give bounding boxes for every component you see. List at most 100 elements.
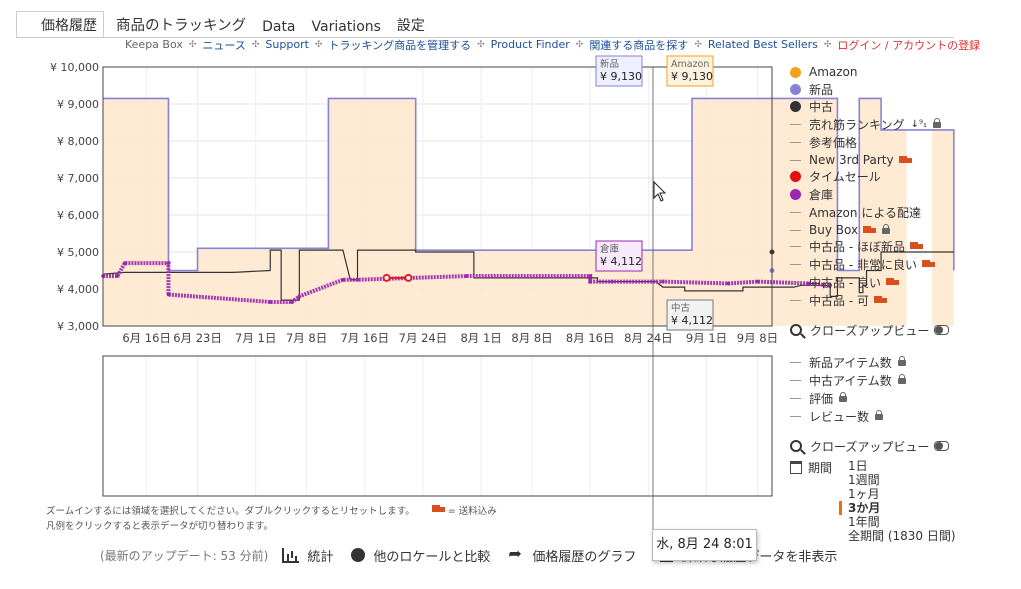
closeup-label: クローズアップビュー: [810, 439, 930, 454]
closeup-label: クローズアップビュー: [810, 323, 930, 338]
y-tick-label: ¥ 4,000: [57, 283, 99, 296]
callout-used-label: 中古: [671, 302, 691, 314]
lock-icon: [875, 410, 884, 420]
legend-item-amazon-delivery[interactable]: Amazon による配達: [790, 204, 921, 220]
legend-item-used-good[interactable]: 中古品 - 良い: [790, 274, 899, 290]
stats-button[interactable]: 統計: [282, 546, 333, 565]
tab-variations[interactable]: Variations: [304, 19, 389, 38]
x-tick-label: 8月 1日: [460, 331, 501, 345]
legend-dash-icon: [790, 229, 801, 231]
period-option-1m[interactable]: 1ヶ月: [848, 487, 956, 501]
lightning-deal-point: [404, 273, 413, 282]
legend-item-list-price[interactable]: 参考価格: [790, 134, 857, 150]
x-tick-label: 8月 8日: [511, 331, 552, 345]
x-tick-label: 9月 1日: [686, 331, 727, 345]
callout-amazon: Amazon ¥ 9,130: [666, 55, 714, 87]
legend-item-used[interactable]: 中古: [790, 98, 833, 114]
link-related-best-sellers[interactable]: Related Best Sellers: [708, 38, 818, 51]
legend-dot-icon: [790, 83, 801, 95]
link-news[interactable]: ニュース: [202, 37, 245, 53]
legend-item-new-count[interactable]: 新品アイテム数: [790, 354, 906, 370]
legend-label: 売れ筋ランキング: [809, 117, 905, 132]
legend-dash-icon: [790, 361, 801, 363]
link-login-register[interactable]: ログイン / アカウントの登録: [837, 37, 980, 53]
legend-item-review-count[interactable]: レビュー数: [790, 408, 884, 424]
truck-icon: [885, 277, 899, 287]
y-tick-label: ¥ 9,000: [57, 98, 99, 111]
legend-item-used-acceptable[interactable]: 中古品 - 可: [790, 292, 887, 308]
legend-item-warehouse[interactable]: 倉庫: [790, 186, 833, 202]
truck-icon: [431, 505, 445, 514]
legend-item-lightning-deal[interactable]: タイムセール: [790, 168, 881, 184]
legend-item-new-3rd-party[interactable]: New 3rd Party: [790, 152, 912, 168]
legend-item-used-like-new[interactable]: 中古品 - ほぼ新品: [790, 238, 923, 254]
lock-icon: [897, 356, 906, 366]
warehouse-point: [588, 279, 593, 284]
sub-plot-frame: [102, 355, 773, 497]
link-related-products[interactable]: 関連する商品を探す: [589, 37, 688, 53]
tab-product-tracking[interactable]: 商品のトラッキング: [108, 14, 254, 38]
legend-dot-icon: [790, 170, 801, 182]
tab-settings[interactable]: 設定: [389, 15, 433, 38]
warehouse-series-line: [103, 261, 831, 304]
link-support[interactable]: Support: [265, 38, 308, 51]
warehouse-point: [341, 277, 345, 282]
tab-data[interactable]: Data: [254, 19, 303, 38]
period-option-1d[interactable]: 1日: [848, 459, 956, 473]
separator-icon: ✣: [477, 39, 485, 50]
compare-locales-button[interactable]: 他のロケールと比較: [351, 546, 490, 565]
x-tick-label: 6月 23日: [173, 331, 222, 345]
legend-label: 倉庫: [809, 187, 834, 202]
x-tick-label: 7月 24日: [399, 331, 448, 345]
compare-label: 他のロケールと比較: [373, 549, 491, 565]
tab-price-history[interactable]: 価格履歴: [16, 11, 104, 38]
share-graph-button[interactable]: 価格履歴のグラフ: [508, 544, 636, 565]
callout-new-value: ¥ 9,130: [600, 70, 642, 83]
legend-dot-icon: [790, 66, 801, 78]
period-label: 期間: [808, 460, 833, 475]
link-product-finder[interactable]: Product Finder: [491, 38, 570, 51]
toggle-icon: [934, 441, 950, 451]
chart-grid: [103, 66, 772, 496]
legend-dash-icon: [790, 397, 801, 399]
callout-warehouse-value: ¥ 4,112: [600, 255, 642, 268]
callout-amazon-label: Amazon: [671, 59, 709, 70]
warehouse-point: [661, 279, 665, 284]
truck-icon: [863, 225, 877, 235]
legend-item-buy-box[interactable]: Buy Box: [790, 222, 891, 238]
zoom-hint: ズームインするには領域を選択してください。ダブルクリックするとリセットします。 …: [46, 503, 497, 517]
magnifier-icon: [790, 440, 802, 452]
link-manage-tracking[interactable]: トラッキング商品を管理する: [328, 37, 471, 53]
y-axis: ¥ 10,000 ¥ 9,000 ¥ 8,000 ¥ 7,000 ¥ 6,000 ¥ 5,…: [50, 61, 99, 333]
warehouse-point: [268, 300, 273, 304]
legend-item-sales-rank[interactable]: 売れ筋ランキング ↓⁹₁: [790, 116, 942, 132]
callout-new-label: 新品: [600, 58, 619, 70]
callout-new: 新品 ¥ 9,130: [595, 55, 643, 87]
legend-label: 中古アイテム数: [809, 373, 892, 388]
period-selector: 1日 1週間 1ヶ月 3か月 1年間 全期間 (1830 日間): [839, 459, 956, 543]
legend-label: 中古品 - 非常に良い: [809, 257, 917, 272]
legend-item-rating[interactable]: 評価: [790, 390, 848, 406]
period-option-3m[interactable]: 3か月: [839, 501, 956, 515]
sort-icon: ↓⁹₁: [910, 118, 928, 130]
warehouse-point: [588, 274, 593, 278]
x-tick-label: 7月 16日: [340, 331, 389, 345]
legend-dash-icon: [790, 211, 801, 213]
legend-label: 新品アイテム数: [809, 355, 892, 370]
magnifier-icon: [790, 324, 802, 336]
link-keepa-box[interactable]: Keepa Box: [125, 38, 183, 51]
legend-item-used-very-good[interactable]: 中古品 - 非常に良い: [790, 256, 935, 272]
closeup-toggle-2[interactable]: クローズアップビュー: [790, 438, 950, 454]
legend-item-new[interactable]: 新品: [790, 81, 833, 97]
warehouse-point: [297, 294, 302, 299]
truck-icon: [921, 259, 935, 269]
closeup-toggle[interactable]: クローズアップビュー: [790, 322, 950, 338]
period-option-all[interactable]: 全期間 (1830 日間): [848, 529, 956, 543]
separator-icon: ✣: [188, 39, 197, 50]
legend-item-amazon[interactable]: Amazon: [790, 64, 858, 80]
legend-dash-icon: [790, 415, 801, 417]
period-option-1y[interactable]: 1年間: [848, 515, 956, 529]
legend-item-used-count[interactable]: 中古アイテム数: [790, 372, 906, 388]
period-option-1w[interactable]: 1週間: [848, 473, 956, 487]
y-tick-label: ¥ 7,000: [57, 172, 99, 185]
